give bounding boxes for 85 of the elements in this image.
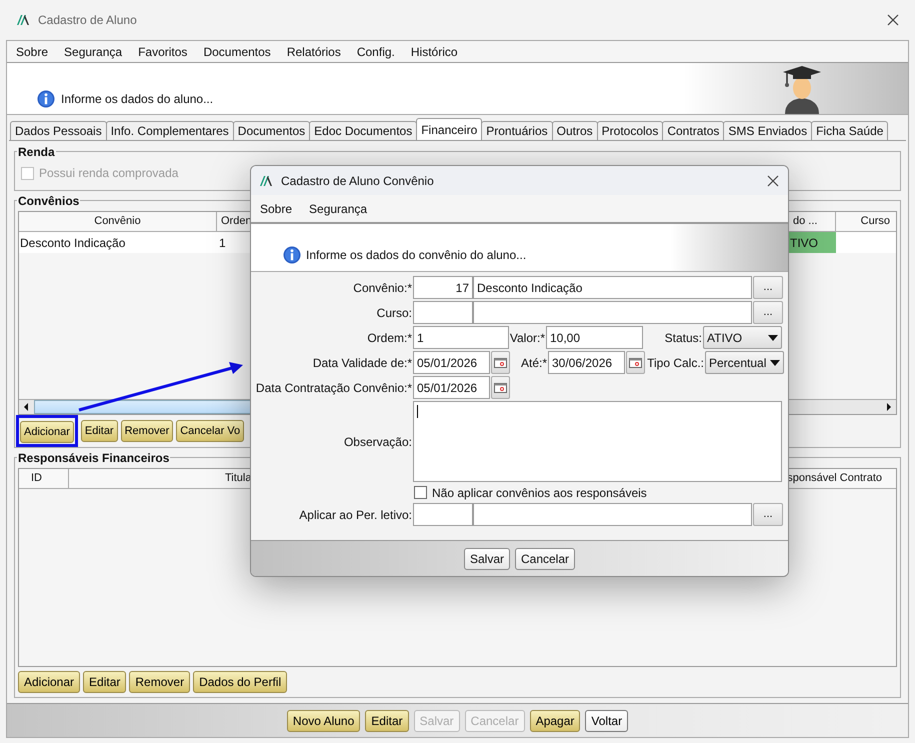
input-field[interactable] <box>473 301 752 324</box>
input-field[interactable] <box>413 301 473 324</box>
calendar-icon <box>629 358 642 368</box>
caret-icon <box>770 360 780 366</box>
info-icon <box>283 246 301 264</box>
input-field[interactable] <box>413 503 473 526</box>
column-header[interactable]: do ... <box>789 212 836 232</box>
menu-item[interactable]: Segurança <box>309 200 368 218</box>
checkbox[interactable] <box>414 486 427 499</box>
lookup-button[interactable]: ... <box>753 276 783 299</box>
calendar-icon <box>494 382 507 392</box>
dialog-title: Cadastro de Aluno Convênio <box>281 172 434 190</box>
action-button[interactable]: Apagar <box>530 710 580 732</box>
action-button[interactable]: Editar <box>80 420 118 442</box>
group-title: Convênios <box>17 195 80 207</box>
lookup-button[interactable]: ... <box>753 301 783 324</box>
close-icon[interactable] <box>767 174 779 186</box>
menu-item[interactable]: Histórico <box>410 42 458 60</box>
input-field[interactable]: 10,00 <box>546 326 643 349</box>
field-label: Valor:* <box>509 330 546 346</box>
action-button[interactable]: Editar <box>365 710 409 732</box>
checkbox-label: Possui renda comprovada <box>39 165 178 182</box>
calendar-icon <box>494 358 507 368</box>
tab[interactable]: Ficha Saúde <box>811 121 888 140</box>
field-label: Data Contratação Convênio:* <box>254 380 413 396</box>
menu-item[interactable]: Sobre <box>260 200 292 218</box>
lookup-button[interactable]: ... <box>753 503 783 526</box>
field-label: Observação: <box>342 434 413 450</box>
action-button[interactable]: Cancelar Vo <box>176 420 244 442</box>
group-title: Renda <box>17 146 56 158</box>
status-cell: TIVO <box>789 232 836 253</box>
caret-icon <box>768 334 778 340</box>
table-cell: Desconto Indicação <box>19 232 217 253</box>
dropdown[interactable]: Percentual <box>705 351 784 374</box>
action-button[interactable]: Remover <box>120 420 174 442</box>
info-message: Informe os dados do convênio do aluno... <box>306 247 526 264</box>
action-button[interactable]: Voltar <box>585 710 628 732</box>
action-button[interactable]: Dados do Perfil <box>193 671 288 693</box>
input-field[interactable]: 1 <box>413 326 509 349</box>
tab[interactable]: Dados Pessoais <box>10 121 107 140</box>
menu-item[interactable]: Documentos <box>203 42 271 60</box>
menu-item[interactable]: Segurança <box>64 42 122 60</box>
input-field[interactable] <box>473 503 752 526</box>
input-field[interactable]: 05/01/2026 <box>413 376 490 399</box>
input-field[interactable]: 17 <box>413 276 473 299</box>
checkbox-label: Não aplicar convênios aos responsáveis <box>432 484 647 502</box>
action-button[interactable]: Salvar <box>464 548 510 570</box>
field-label: Até:* <box>520 354 548 372</box>
menu-item[interactable]: Relatórios <box>286 42 341 60</box>
group-title: Responsáveis Financeiros <box>17 452 170 464</box>
action-button[interactable]: Cancelar <box>514 548 576 570</box>
column-header[interactable]: ID <box>19 469 69 489</box>
action-button[interactable]: Editar <box>83 671 126 693</box>
action-button[interactable]: Remover <box>129 671 190 693</box>
calendar-button[interactable] <box>626 351 645 374</box>
action-button[interactable]: Novo Aluno <box>286 710 360 732</box>
info-message: Informe os dados do aluno... <box>61 91 214 108</box>
column-header[interactable]: Convênio <box>19 212 217 232</box>
action-button[interactable]: Adicionar <box>18 671 80 693</box>
window-title: Cadastro de Aluno <box>38 12 137 29</box>
action-button[interactable]: Adicionar <box>20 421 74 444</box>
logo-icon <box>16 14 30 26</box>
input-field[interactable]: 05/01/2026 <box>413 351 490 374</box>
calendar-button[interactable] <box>491 376 510 399</box>
calendar-button[interactable] <box>491 351 510 374</box>
tab[interactable]: Info. Complementares <box>106 121 234 140</box>
field-label: Convênio:* <box>352 280 413 296</box>
tab[interactable]: Financeiro <box>416 118 482 140</box>
menu-item[interactable]: Favoritos <box>138 42 188 60</box>
input-field[interactable]: Desconto Indicação <box>473 276 752 299</box>
field-label: Ordem:* <box>366 330 413 346</box>
field-label: Curso: <box>376 304 413 322</box>
input-field[interactable]: 30/06/2026 <box>548 351 625 374</box>
graduate-avatar-icon <box>781 66 823 114</box>
menu-item[interactable]: Config. <box>356 42 395 60</box>
text-area[interactable] <box>413 401 782 482</box>
field-label: Tipo Calc.: <box>646 354 705 372</box>
close-icon[interactable] <box>887 14 899 26</box>
field-label: Status: <box>664 330 703 346</box>
field-label: Data Validade de:* <box>312 354 413 372</box>
field-label: Aplicar ao Per. letivo: <box>298 506 413 524</box>
dropdown[interactable]: ATIVO <box>703 326 782 349</box>
info-icon <box>37 90 55 108</box>
menu-item[interactable]: Sobre <box>16 42 48 60</box>
logo-icon <box>259 174 273 186</box>
